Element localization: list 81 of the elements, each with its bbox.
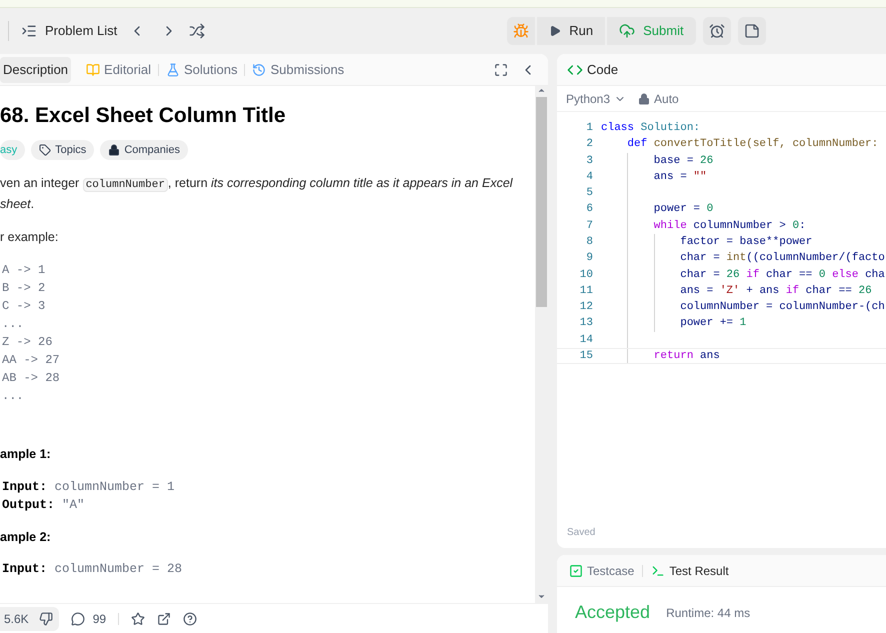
example-line: Input: columnNumber = 28 <box>2 561 182 578</box>
example-line: Output: "A" <box>2 496 85 514</box>
run-button[interactable]: Run <box>537 17 606 45</box>
dislike-icon[interactable] <box>38 612 53 626</box>
line-number: 13 <box>578 316 593 332</box>
line-number: 1 <box>585 120 593 136</box>
shuffle-icon[interactable] <box>189 23 206 39</box>
code-line: power += 1 <box>679 316 746 332</box>
save-status: Saved <box>566 526 596 540</box>
line-number: 3 <box>585 154 593 168</box>
code-line: while columnNumber > 0: <box>652 218 806 234</box>
panel-tab[interactable]: Solutions <box>163 56 240 82</box>
maximize-icon[interactable] <box>494 62 508 76</box>
tag-icon <box>39 144 52 156</box>
code-line: char = 26 if char == 0 else cha <box>679 268 885 283</box>
runtime-text: Runtime: 44 ms <box>666 604 750 622</box>
line-number: 4 <box>585 170 593 185</box>
alarm-clock-button[interactable] <box>702 17 731 45</box>
code-line: class Solution: <box>601 120 700 136</box>
code-line: columnNumber = columnNumber-(ch <box>679 300 885 316</box>
star-icon[interactable] <box>131 612 146 626</box>
checkbox-icon <box>569 564 583 578</box>
line-number: 6 <box>585 202 593 218</box>
book-icon <box>86 62 100 76</box>
bug-icon <box>513 23 530 39</box>
note-button[interactable] <box>738 17 766 45</box>
scrollbar[interactable] <box>535 86 548 603</box>
list-icon[interactable] <box>21 23 37 39</box>
example-line: Input: columnNumber = 1 <box>2 478 175 496</box>
scroll-up-icon[interactable] <box>537 86 546 95</box>
problem-statement: ven an integer columnNumber , return its corresponding column title as it appears in an Excel sheet. <box>0 175 514 213</box>
alarm-clock-icon <box>708 23 725 39</box>
line-number: 15 <box>578 349 593 364</box>
tag-button[interactable]: Topics <box>31 140 94 160</box>
code-line: return ans <box>652 349 720 364</box>
problem-title: 68. Excel Sheet Column Title <box>0 103 287 129</box>
lock-icon <box>108 144 120 156</box>
language-select[interactable]: Python3 <box>566 90 626 108</box>
line-number: 14 <box>578 332 593 348</box>
code-line: factor = base**power <box>679 234 812 250</box>
code-line: def convertToTitle(self, columnNumber: <box>626 137 878 152</box>
panel-tab[interactable]: Submissions <box>249 56 348 82</box>
difficulty-badge: asy <box>0 140 26 160</box>
problem-list-link[interactable]: Problem List <box>45 21 118 41</box>
note-icon <box>744 23 760 39</box>
help-icon[interactable] <box>183 612 198 626</box>
line-number: 10 <box>578 268 593 283</box>
line-number: 9 <box>585 251 593 266</box>
code-line: ans = 'Z' + ans if char == 26 <box>679 284 872 299</box>
line-number: 2 <box>585 137 593 152</box>
cloud-upload-icon <box>619 23 636 39</box>
flask-icon <box>166 62 180 76</box>
history-icon <box>252 62 266 76</box>
panel-tab[interactable]: Editorial <box>83 56 154 82</box>
code-line: ans = "" <box>652 170 707 185</box>
line-number: 8 <box>585 234 593 250</box>
tag-button[interactable]: Companies <box>100 140 188 160</box>
share-icon[interactable] <box>157 612 172 626</box>
code-line: base = 26 <box>652 154 714 168</box>
terminal-icon <box>651 564 666 578</box>
line-number: 11 <box>578 284 593 299</box>
code-line: power = 0 <box>652 202 714 218</box>
verdict-text: Accepted <box>575 601 650 624</box>
example-heading: ample 2: <box>0 528 52 546</box>
lock-icon <box>638 92 650 104</box>
result-tab[interactable]: Test Result <box>651 562 729 580</box>
mode-label: Auto <box>654 90 679 108</box>
scroll-down-icon[interactable] <box>537 592 546 601</box>
line-number: 7 <box>585 218 593 234</box>
panel-tab[interactable]: Description <box>0 56 72 82</box>
comment-icon[interactable] <box>70 612 85 626</box>
comment-count[interactable]: 99 <box>92 610 106 628</box>
play-icon <box>549 25 562 37</box>
example-heading: ample 1: <box>0 446 52 463</box>
code-line: char = int((columnNumber/(facto <box>679 251 885 266</box>
line-number: 12 <box>578 300 593 316</box>
example-intro: r example: <box>0 229 60 246</box>
line-number: 5 <box>585 186 593 202</box>
code-title: Code <box>587 60 618 79</box>
mapping-listing: A -> 1 B -> 2 C -> 3 ... Z -> 26 AA -> 27 AB -> 28 ... <box>1 262 61 405</box>
result-tab[interactable]: Testcase <box>569 562 634 580</box>
